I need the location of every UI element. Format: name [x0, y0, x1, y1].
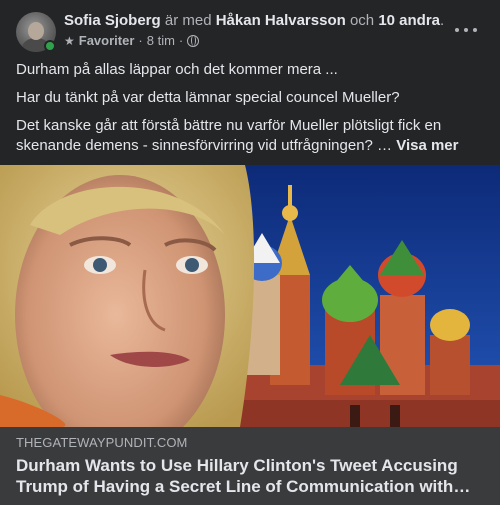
star-icon: ★	[64, 34, 75, 48]
audience-label[interactable]: Favoriter	[79, 33, 135, 49]
post-timestamp[interactable]: 8 tim	[147, 33, 175, 49]
post-paragraph: Det kanske går att förstå bättre nu varf…	[16, 116, 486, 156]
link-preview-image[interactable]	[0, 165, 500, 427]
link-preview-meta[interactable]: THEGATEWAYPUNDIT.COM Durham Wants to Use…	[0, 427, 500, 505]
see-more-link[interactable]: Visa mer	[396, 137, 458, 154]
with-text: är med	[164, 12, 212, 29]
post-header: Sofia Sjoberg är med Håkan Halvarsson oc…	[0, 0, 500, 56]
author-name-link[interactable]: Sofia Sjoberg	[64, 12, 161, 29]
post-paragraph-text: Det kanske går att förstå bättre nu varf…	[16, 117, 442, 154]
portrait-illustration	[0, 165, 255, 427]
tagged-person-link[interactable]: Håkan Halvarsson	[216, 12, 346, 29]
globe-icon[interactable]	[187, 35, 200, 47]
meta-separator: ·	[138, 33, 143, 48]
online-status-indicator	[44, 40, 56, 52]
post-meta-line: ★ Favoriter · 8 tim ·	[64, 33, 200, 49]
link-domain: THEGATEWAYPUNDIT.COM	[16, 435, 188, 450]
meta-separator: ·	[178, 33, 184, 48]
post-text: Durham på allas läppar och det kommer me…	[16, 60, 486, 164]
others-link[interactable]: 10 andra	[378, 12, 440, 29]
post-author-line: Sofia Sjoberg är med Håkan Halvarsson oc…	[64, 11, 444, 31]
period-text: .	[440, 12, 445, 29]
post-paragraph: Durham på allas läppar och det kommer me…	[16, 61, 338, 78]
more-options-icon[interactable]	[455, 20, 477, 40]
link-title[interactable]: Durham Wants to Use Hillary Clinton's Tw…	[16, 455, 486, 497]
post-paragraph: Har du tänkt på var detta lämnar special…	[16, 89, 400, 106]
and-text: och	[349, 12, 375, 29]
